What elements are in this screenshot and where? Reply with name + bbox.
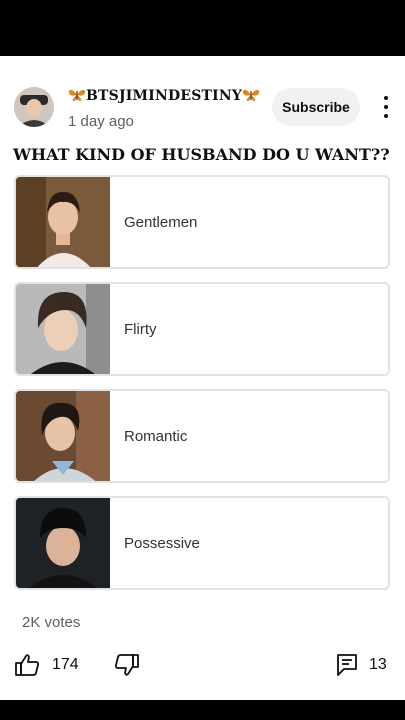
community-post-card: BTSJIMINDESTINY 1 day ago Subscribe WHAT… xyxy=(0,56,405,700)
subscribe-button[interactable]: Subscribe xyxy=(272,88,360,126)
comments-button[interactable]: 13 xyxy=(336,653,387,677)
option-image xyxy=(16,391,110,481)
post-time: 1 day ago xyxy=(68,113,134,130)
more-options-icon[interactable] xyxy=(378,96,394,118)
option-label: Gentlemen xyxy=(124,214,198,231)
poll-question: WHAT KIND OF HUSBAND DO U WANT?? xyxy=(13,145,390,164)
option-label: Flirty xyxy=(124,321,157,338)
comment-count: 13 xyxy=(369,656,387,673)
option-image xyxy=(16,498,110,588)
channel-name[interactable]: BTSJIMINDESTINY xyxy=(68,88,260,106)
option-label: Possessive xyxy=(124,535,200,552)
comment-icon xyxy=(336,653,358,677)
votes-count: 2K votes xyxy=(22,614,81,631)
option-label: Romantic xyxy=(124,428,188,445)
option-image xyxy=(16,284,110,374)
post-header: BTSJIMINDESTINY 1 day ago Subscribe xyxy=(0,56,405,140)
poll-option[interactable]: Gentlemen xyxy=(14,175,390,269)
dislike-button[interactable] xyxy=(114,653,140,677)
poll-option[interactable]: Flirty xyxy=(14,282,390,376)
channel-avatar[interactable] xyxy=(14,87,54,127)
option-image xyxy=(16,177,110,267)
poll-option[interactable]: Possessive xyxy=(14,496,390,590)
like-button[interactable]: 174 xyxy=(14,653,79,677)
thumbs-down-icon xyxy=(114,653,140,677)
channel-name-text: BTSJIMINDESTINY xyxy=(86,88,243,104)
poll-option[interactable]: Romantic xyxy=(14,389,390,483)
butterfly-icon xyxy=(68,88,86,106)
butterfly-icon xyxy=(242,88,260,106)
like-count: 174 xyxy=(52,656,79,673)
thumbs-up-icon xyxy=(14,653,40,677)
